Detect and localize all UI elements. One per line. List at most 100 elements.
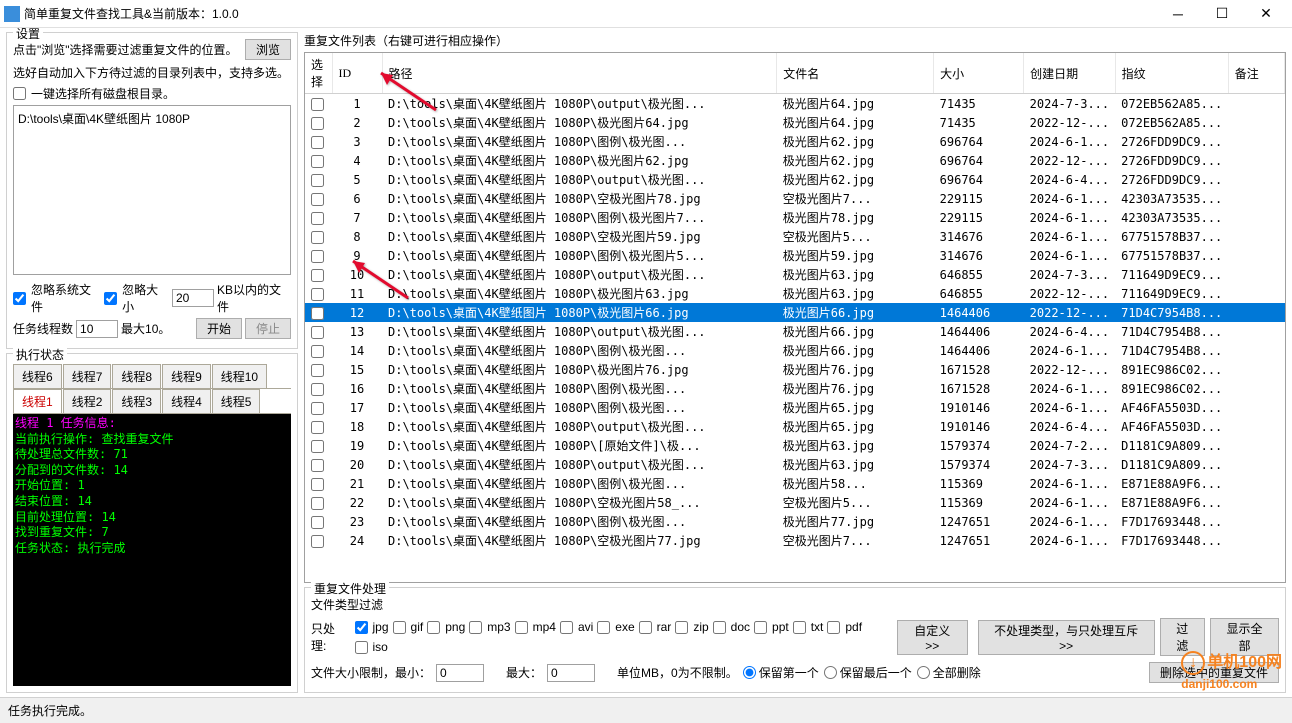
no-types-button[interactable]: 不处理类型，与只处理互斥>>	[978, 620, 1155, 655]
stop-button[interactable]: 停止	[245, 318, 291, 339]
table-row[interactable]: 2D:\tools\桌面\4K壁纸图片 1080P\极光图片64.jpg极光图片…	[305, 113, 1285, 132]
table-row[interactable]: 24D:\tools\桌面\4K壁纸图片 1080P\空极光图片77.jpg空极…	[305, 531, 1285, 550]
ignore-size-checkbox[interactable]	[104, 292, 117, 305]
type-rar-checkbox[interactable]	[639, 621, 652, 634]
size-max-input[interactable]	[547, 664, 595, 682]
col-header[interactable]: 备注	[1228, 53, 1284, 94]
col-header[interactable]: 大小	[934, 53, 1024, 94]
row-checkbox[interactable]	[311, 402, 324, 415]
table-row[interactable]: 13D:\tools\桌面\4K壁纸图片 1080P\output\极光图...…	[305, 322, 1285, 341]
thread-tab[interactable]: 线程7	[63, 364, 112, 388]
row-checkbox[interactable]	[311, 383, 324, 396]
col-header[interactable]: 路径	[382, 53, 777, 94]
thread-tab[interactable]: 线程10	[212, 364, 267, 388]
table-row[interactable]: 12D:\tools\桌面\4K壁纸图片 1080P\极光图片66.jpg极光图…	[305, 303, 1285, 322]
row-checkbox[interactable]	[311, 345, 324, 358]
type-doc-checkbox[interactable]	[713, 621, 726, 634]
delete-all-radio[interactable]	[917, 666, 930, 679]
size-min-input[interactable]	[436, 664, 484, 682]
path-item[interactable]: D:\tools\桌面\4K壁纸图片 1080P	[18, 110, 286, 127]
table-row[interactable]: 21D:\tools\桌面\4K壁纸图片 1080P\图例\极光图...极光图片…	[305, 474, 1285, 493]
type-zip-checkbox[interactable]	[675, 621, 688, 634]
path-listbox[interactable]: D:\tools\桌面\4K壁纸图片 1080P	[13, 105, 291, 275]
thread-tab[interactable]: 线程2	[63, 389, 112, 413]
thread-tab[interactable]: 线程4	[162, 389, 211, 413]
custom-button[interactable]: 自定义>>	[897, 620, 968, 655]
type-ppt-checkbox[interactable]	[754, 621, 767, 634]
table-row[interactable]: 18D:\tools\桌面\4K壁纸图片 1080P\output\极光图...…	[305, 417, 1285, 436]
table-row[interactable]: 6D:\tools\桌面\4K壁纸图片 1080P\空极光图片78.jpg空极光…	[305, 189, 1285, 208]
type-iso-checkbox[interactable]	[355, 641, 368, 654]
col-header[interactable]: ID	[332, 53, 382, 94]
maximize-button[interactable]: ☐	[1200, 0, 1244, 28]
table-row[interactable]: 7D:\tools\桌面\4K壁纸图片 1080P\图例\极光图片7...极光图…	[305, 208, 1285, 227]
row-checkbox[interactable]	[311, 117, 324, 130]
browse-button[interactable]: 浏览	[245, 39, 291, 60]
table-row[interactable]: 16D:\tools\桌面\4K壁纸图片 1080P\图例\极光图...极光图片…	[305, 379, 1285, 398]
table-row[interactable]: 4D:\tools\桌面\4K壁纸图片 1080P\极光图片62.jpg极光图片…	[305, 151, 1285, 170]
type-mp4-checkbox[interactable]	[515, 621, 528, 634]
row-checkbox[interactable]	[311, 326, 324, 339]
row-checkbox[interactable]	[311, 98, 324, 111]
file-table-wrapper[interactable]: 选择ID路径文件名大小创建日期指纹备注 1D:\tools\桌面\4K壁纸图片 …	[304, 52, 1286, 583]
col-header[interactable]: 选择	[305, 53, 332, 94]
type-pdf-checkbox[interactable]	[827, 621, 840, 634]
size-input[interactable]	[172, 289, 214, 307]
row-checkbox[interactable]	[311, 440, 324, 453]
keep-first-radio[interactable]	[743, 666, 756, 679]
table-row[interactable]: 14D:\tools\桌面\4K壁纸图片 1080P\图例\极光图...极光图片…	[305, 341, 1285, 360]
start-button[interactable]: 开始	[196, 318, 242, 339]
delete-selected-button[interactable]: 删除选中的重复文件	[1149, 662, 1279, 683]
table-row[interactable]: 15D:\tools\桌面\4K壁纸图片 1080P\极光图片76.jpg极光图…	[305, 360, 1285, 379]
table-row[interactable]: 9D:\tools\桌面\4K壁纸图片 1080P\图例\极光图片5...极光图…	[305, 246, 1285, 265]
row-checkbox[interactable]	[311, 193, 324, 206]
row-checkbox[interactable]	[311, 231, 324, 244]
row-checkbox[interactable]	[311, 516, 324, 529]
table-row[interactable]: 3D:\tools\桌面\4K壁纸图片 1080P\图例\极光图...极光图片6…	[305, 132, 1285, 151]
row-checkbox[interactable]	[311, 174, 324, 187]
table-row[interactable]: 1D:\tools\桌面\4K壁纸图片 1080P\output\极光图...极…	[305, 94, 1285, 114]
filter-button[interactable]: 过滤	[1160, 618, 1206, 656]
row-checkbox[interactable]	[311, 288, 324, 301]
table-row[interactable]: 22D:\tools\桌面\4K壁纸图片 1080P\空极光图片58_...空极…	[305, 493, 1285, 512]
table-row[interactable]: 8D:\tools\桌面\4K壁纸图片 1080P\空极光图片59.jpg空极光…	[305, 227, 1285, 246]
row-checkbox[interactable]	[311, 478, 324, 491]
type-gif-checkbox[interactable]	[393, 621, 406, 634]
row-checkbox[interactable]	[311, 535, 324, 548]
col-header[interactable]: 创建日期	[1024, 53, 1115, 94]
row-checkbox[interactable]	[311, 155, 324, 168]
thread-tab[interactable]: 线程1	[13, 389, 62, 413]
thread-tab[interactable]: 线程3	[112, 389, 161, 413]
close-button[interactable]: ✕	[1244, 0, 1288, 28]
thread-input[interactable]	[76, 320, 118, 338]
row-checkbox[interactable]	[311, 269, 324, 282]
thread-tab[interactable]: 线程8	[112, 364, 161, 388]
table-row[interactable]: 23D:\tools\桌面\4K壁纸图片 1080P\图例\极光图...极光图片…	[305, 512, 1285, 531]
row-checkbox[interactable]	[311, 212, 324, 225]
show-all-button[interactable]: 显示全部	[1210, 618, 1279, 656]
one-click-checkbox[interactable]	[13, 87, 26, 100]
type-exe-checkbox[interactable]	[597, 621, 610, 634]
file-table[interactable]: 选择ID路径文件名大小创建日期指纹备注 1D:\tools\桌面\4K壁纸图片 …	[305, 53, 1285, 550]
row-checkbox[interactable]	[311, 250, 324, 263]
minimize-button[interactable]: ─	[1156, 0, 1200, 28]
table-row[interactable]: 5D:\tools\桌面\4K壁纸图片 1080P\output\极光图...极…	[305, 170, 1285, 189]
table-row[interactable]: 11D:\tools\桌面\4K壁纸图片 1080P\极光图片63.jpg极光图…	[305, 284, 1285, 303]
row-checkbox[interactable]	[311, 497, 324, 510]
type-png-checkbox[interactable]	[427, 621, 440, 634]
col-header[interactable]: 指纹	[1115, 53, 1228, 94]
type-avi-checkbox[interactable]	[560, 621, 573, 634]
table-row[interactable]: 17D:\tools\桌面\4K壁纸图片 1080P\图例\极光图...极光图片…	[305, 398, 1285, 417]
row-checkbox[interactable]	[311, 364, 324, 377]
thread-tab[interactable]: 线程6	[13, 364, 62, 388]
type-jpg-checkbox[interactable]	[355, 621, 368, 634]
table-row[interactable]: 10D:\tools\桌面\4K壁纸图片 1080P\output\极光图...…	[305, 265, 1285, 284]
type-txt-checkbox[interactable]	[793, 621, 806, 634]
type-mp3-checkbox[interactable]	[469, 621, 482, 634]
table-row[interactable]: 19D:\tools\桌面\4K壁纸图片 1080P\[原始文件]\极...极光…	[305, 436, 1285, 455]
col-header[interactable]: 文件名	[777, 53, 934, 94]
row-checkbox[interactable]	[311, 421, 324, 434]
thread-tab[interactable]: 线程9	[162, 364, 211, 388]
keep-last-radio[interactable]	[824, 666, 837, 679]
table-row[interactable]: 20D:\tools\桌面\4K壁纸图片 1080P\output\极光图...…	[305, 455, 1285, 474]
